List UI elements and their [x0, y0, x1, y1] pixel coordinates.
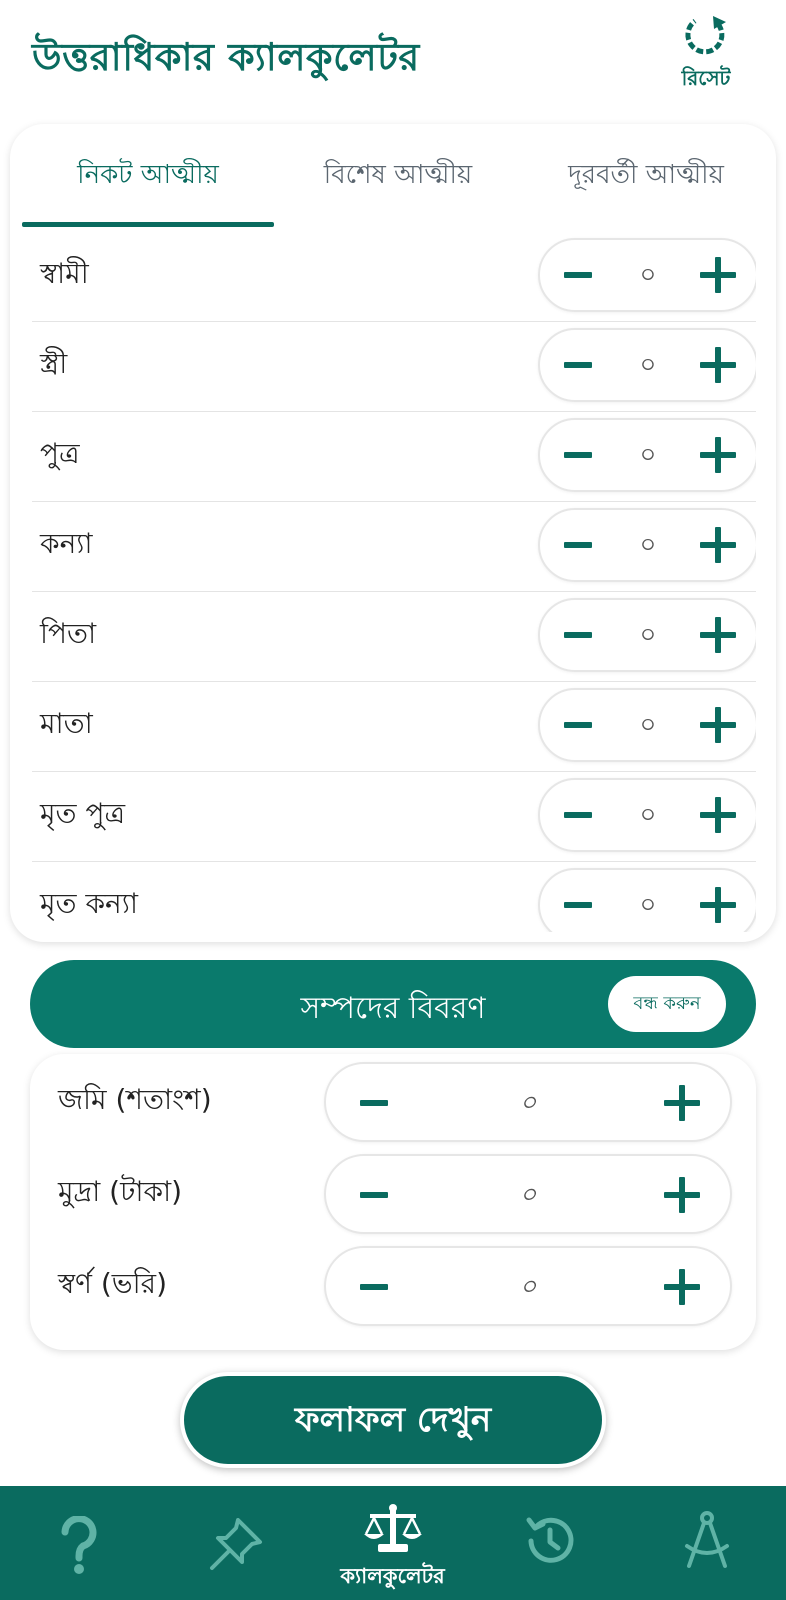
increment-button[interactable] — [688, 690, 748, 760]
reset-label: রিসেট — [681, 66, 731, 90]
father-stepper: ০ — [538, 598, 756, 672]
relative-label: মৃত কন্যা — [40, 887, 138, 920]
property-label: স্বর্ণ (ভরি) — [58, 1267, 167, 1300]
property-section-header[interactable]: সম্পদের বিবরণ বন্ধ করুন — [30, 960, 756, 1048]
stepper-value: ০ — [639, 710, 657, 740]
increment-button[interactable] — [652, 1068, 712, 1138]
property-label: জমি (শতাংশ) — [58, 1083, 212, 1116]
relative-label: পুত্র — [40, 437, 80, 470]
view-result-button[interactable]: ফলাফল দেখুন — [180, 1372, 606, 1468]
relative-tabs: নিকট আত্মীয় বিশেষ আত্মীয় দূরবর্তী আত্ম… — [16, 124, 770, 228]
nav-history[interactable] — [471, 1486, 628, 1600]
nav-help[interactable] — [0, 1486, 157, 1600]
tab-near-relatives[interactable]: নিকট আত্মীয় — [22, 124, 274, 228]
stepper-value: ০ — [639, 440, 657, 470]
relative-row-husband: স্বামী ০ — [32, 232, 756, 322]
relative-row-deceased-son: মৃত পুত্র ০ — [32, 772, 756, 862]
relative-label: কন্যা — [40, 527, 93, 560]
stepper-value[interactable]: ০ — [406, 1160, 650, 1230]
relative-row-daughter: কন্যা ০ — [32, 502, 756, 592]
relative-row-father: পিতা ০ — [32, 592, 756, 682]
gold-stepper: ০ — [324, 1246, 732, 1326]
nav-pin[interactable] — [157, 1486, 314, 1600]
stepper-value[interactable]: ০ — [406, 1252, 650, 1322]
nav-calculator-label: ক্যালকুলেটর — [340, 1564, 445, 1588]
increment-button[interactable] — [688, 600, 748, 670]
wife-stepper: ০ — [538, 328, 756, 402]
deceased-son-stepper: ০ — [538, 778, 756, 852]
stepper-value: ০ — [639, 260, 657, 290]
stepper-value[interactable]: ০ — [406, 1068, 650, 1138]
increment-button[interactable] — [688, 870, 748, 932]
decrement-button[interactable] — [548, 240, 608, 310]
decrement-button[interactable] — [344, 1252, 404, 1322]
decrement-button[interactable] — [548, 510, 608, 580]
history-icon — [526, 1517, 573, 1563]
relative-row-son: পুত্র ০ — [32, 412, 756, 502]
active-tab-indicator — [22, 222, 274, 227]
land-stepper: ০ — [324, 1062, 732, 1142]
increment-button[interactable] — [688, 420, 748, 490]
relative-label: মাতা — [40, 707, 93, 740]
close-property-button[interactable]: বন্ধ করুন — [608, 976, 726, 1032]
stepper-value: ০ — [639, 530, 657, 560]
help-icon — [61, 1516, 96, 1574]
tab-distant-relatives[interactable]: দূরবর্তী আত্মীয় — [522, 124, 770, 228]
relative-row-deceased-daughter: মৃত কন্যা ০ — [32, 862, 756, 932]
increment-button[interactable] — [688, 330, 748, 400]
property-row-land: জমি (শতাংশ) ০ — [30, 1054, 756, 1148]
increment-button[interactable] — [688, 240, 748, 310]
increment-button[interactable] — [652, 1160, 712, 1230]
relative-label: মৃত পুত্র — [40, 797, 126, 830]
relatives-card: নিকট আত্মীয় বিশেষ আত্মীয় দূরবর্তী আত্ম… — [10, 124, 776, 942]
nav-calculator[interactable]: ক্যালকুলেটর — [314, 1486, 471, 1600]
relative-row-mother: মাতা ০ — [32, 682, 756, 772]
property-row-cash: মুদ্রা (টাকা) ০ — [30, 1146, 756, 1240]
tab-special-relatives[interactable]: বিশেষ আত্মীয় — [274, 124, 522, 228]
app-header: উত্তরাধিকার ক্যালকুলেটর রিসেট — [0, 0, 786, 118]
property-row-gold: স্বর্ণ (ভরি) ০ — [30, 1238, 756, 1332]
compass-icon — [684, 1511, 729, 1568]
cash-stepper: ০ — [324, 1154, 732, 1234]
property-label: মুদ্রা (টাকা) — [58, 1175, 183, 1208]
decrement-button[interactable] — [548, 780, 608, 850]
relative-label: স্ত্রী — [40, 347, 68, 380]
husband-stepper: ০ — [538, 238, 756, 312]
reset-button[interactable]: রিসেট — [664, 12, 748, 102]
scale-icon — [363, 1504, 422, 1552]
decrement-button[interactable] — [344, 1160, 404, 1230]
stepper-value: ০ — [639, 890, 657, 920]
relative-label: পিতা — [40, 617, 97, 650]
decrement-button[interactable] — [548, 870, 608, 932]
mother-stepper: ০ — [538, 688, 756, 762]
property-card: জমি (শতাংশ) ০ মুদ্রা (টাকা) ০ স্বর্ণ (ভর… — [30, 1054, 756, 1350]
decrement-button[interactable] — [548, 420, 608, 490]
decrement-button[interactable] — [548, 330, 608, 400]
daughter-stepper: ০ — [538, 508, 756, 582]
son-stepper: ০ — [538, 418, 756, 492]
page-title: উত্তরাধিকার ক্যালকুলেটর — [32, 35, 420, 79]
increment-button[interactable] — [688, 510, 748, 580]
decrement-button[interactable] — [548, 600, 608, 670]
relatives-list[interactable]: স্বামী ০ স্ত্রী ০ পুত্র ০ কন্যা ০ পিতা ০… — [32, 232, 756, 932]
decrement-button[interactable] — [344, 1068, 404, 1138]
deceased-daughter-stepper: ০ — [538, 868, 756, 932]
increment-button[interactable] — [652, 1252, 712, 1322]
decrement-button[interactable] — [548, 690, 608, 760]
reset-icon — [685, 16, 726, 55]
pin-icon — [209, 1518, 262, 1570]
relative-label: স্বামী — [40, 257, 89, 290]
stepper-value: ০ — [639, 350, 657, 380]
stepper-value: ০ — [639, 620, 657, 650]
nav-tools[interactable] — [628, 1486, 785, 1600]
relative-row-wife: স্ত্রী ০ — [32, 322, 756, 412]
stepper-value: ০ — [639, 800, 657, 830]
increment-button[interactable] — [688, 780, 748, 850]
bottom-navigation: ক্যালকুলেটর — [0, 1486, 786, 1600]
